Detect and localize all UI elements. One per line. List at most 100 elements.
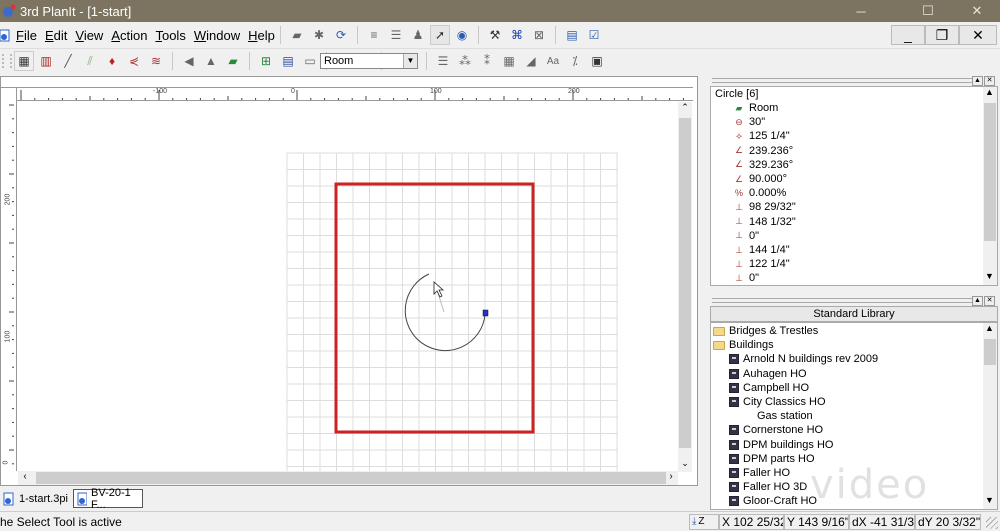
flex-track-icon[interactable]: ≋ [146, 51, 166, 71]
flatten-icon[interactable]: ▰ [287, 25, 307, 45]
library-item[interactable]: Bridges & Trestles [713, 324, 818, 338]
scroll-up-icon[interactable]: ▲ [983, 87, 996, 101]
menu-window[interactable]: Window [190, 28, 244, 43]
mdi-minimize-button[interactable]: _ [891, 25, 925, 45]
property-row[interactable]: ⊥ 0" [733, 271, 759, 285]
library-scrollbar[interactable]: ▲ ▼ [983, 323, 997, 509]
zoom-box-icon[interactable]: ⊠ [529, 25, 549, 45]
property-row[interactable]: ∠ 329.236° [733, 158, 793, 172]
library-item[interactable]: Faller HO 3D [729, 480, 807, 494]
properties-scroll-thumb[interactable] [984, 103, 996, 241]
property-row[interactable]: ⊥ 148 1/32" [733, 215, 796, 229]
menu-file[interactable]: File [12, 28, 41, 43]
tool-plus-icon[interactable]: ⚒ [485, 25, 505, 45]
layout-drawing[interactable] [18, 102, 678, 472]
property-row[interactable]: ⊥ 98 29/32" [733, 200, 796, 214]
library-item[interactable]: Gloor-Craft HO [729, 494, 817, 508]
library-item[interactable]: DPM parts HO [729, 452, 815, 466]
picture-icon[interactable]: ▭ [300, 51, 320, 71]
horizontal-scrollbar[interactable]: ‹ › [18, 471, 678, 485]
library-item[interactable]: DPM buildings HO [729, 438, 833, 452]
menu-action[interactable]: Action [107, 28, 151, 43]
grid-icon[interactable]: ▦ [14, 51, 34, 71]
scroll-up-icon[interactable]: ▲ [983, 323, 996, 337]
menu-tools[interactable]: Tools [151, 28, 189, 43]
zoom-fit-icon[interactable]: ⌘ [507, 25, 527, 45]
table-icon[interactable]: ▤ [278, 51, 298, 71]
toolbar-grip[interactable] [2, 54, 12, 68]
panel-close-button[interactable]: ✕ [984, 296, 995, 306]
library-item[interactable]: Arnold N buildings rev 2009 [729, 352, 878, 366]
chevron-down-icon[interactable]: ▼ [403, 54, 417, 68]
library-scroll-thumb[interactable] [984, 339, 996, 365]
window-icon[interactable]: ▤ [562, 25, 582, 45]
figure-icon[interactable]: ♟ [408, 25, 428, 45]
minimize-window-button[interactable]: ─ [839, 0, 883, 22]
dimension-icon[interactable]: ▦ [499, 51, 519, 71]
scroll-down-icon[interactable]: ⌄ [678, 458, 692, 472]
library-item[interactable]: Auhagen HO [729, 367, 807, 381]
mdi-restore-button[interactable]: ❐ [925, 25, 959, 45]
camera-target-icon[interactable]: ◉ [452, 25, 472, 45]
room-outline[interactable] [334, 182, 535, 434]
double-line-icon[interactable]: ⫽ [80, 51, 100, 71]
room-icon[interactable]: ▰ [223, 51, 243, 71]
properties-icon[interactable]: ▣ [587, 51, 607, 71]
scroll-up-icon[interactable]: ⌃ [678, 102, 692, 116]
mdi-close-button[interactable]: ✕ [959, 25, 997, 45]
ungroup-icon[interactable]: ⁑ [477, 51, 497, 71]
property-row[interactable]: ⊥ 144 1/4" [733, 243, 790, 257]
panel-grip[interactable] [712, 78, 972, 83]
grade-icon[interactable]: ⁒ [565, 51, 585, 71]
properties-scrollbar[interactable]: ▲ ▼ [983, 87, 997, 285]
vertical-scrollbar[interactable]: ⌃ ⌄ [678, 102, 692, 472]
line-icon[interactable]: ╱ [58, 51, 78, 71]
select-tool-icon[interactable]: ➚ [430, 25, 450, 45]
layer-combo[interactable]: Room ▼ [320, 53, 418, 69]
menu-edit[interactable]: Edit [41, 28, 71, 43]
scroll-left-icon[interactable]: ‹ [18, 471, 32, 485]
library-item[interactable]: Faller HO [729, 466, 790, 480]
scroll-down-icon[interactable]: ▼ [983, 271, 996, 285]
align-icon[interactable]: ☰ [433, 51, 453, 71]
menu-view[interactable]: View [71, 28, 107, 43]
property-row[interactable]: % 0.000% [733, 186, 786, 200]
doc-tab-1-start[interactable]: 1-start.3pi [0, 489, 72, 508]
bridge-icon[interactable]: ≡ [364, 25, 384, 45]
property-row[interactable]: ∠ 90.000° [733, 172, 787, 186]
library-item[interactable]: City Classics HO [729, 395, 826, 409]
turnout-icon[interactable]: ⋞ [124, 51, 144, 71]
panel-grip[interactable] [712, 298, 972, 303]
library-header[interactable]: Standard Library [710, 306, 998, 322]
refresh-icon[interactable]: ⟳ [331, 25, 351, 45]
close-window-button[interactable]: ✕ [955, 0, 999, 22]
resize-grip-icon[interactable] [986, 517, 998, 529]
drawing-canvas[interactable] [18, 102, 678, 472]
panel-float-button[interactable]: ▲ [972, 76, 983, 86]
group-icon[interactable]: ⁂ [455, 51, 475, 71]
scroll-down-icon[interactable]: ▼ [983, 495, 996, 509]
text-icon[interactable]: Aa [543, 51, 563, 71]
property-row[interactable]: ▰ Room [733, 101, 779, 115]
pin-icon[interactable]: ♦ [102, 51, 122, 71]
scroll-right-icon[interactable]: › [664, 471, 678, 485]
build-icon[interactable]: ✱ [309, 25, 329, 45]
track-icon[interactable]: ▥ [36, 51, 56, 71]
library-item[interactable]: Buildings [713, 338, 774, 352]
property-row[interactable]: ⟡ 125 1/4" [733, 129, 790, 143]
benchwork-icon[interactable]: ◀ [179, 51, 199, 71]
doc-tab-bv-20-1[interactable]: BV-20-1 F... [73, 487, 143, 511]
check-list-icon[interactable]: ☑ [584, 25, 604, 45]
stack-icon[interactable]: ☰ [386, 25, 406, 45]
panel-close-button[interactable]: ✕ [984, 76, 995, 86]
library-item[interactable]: Cornerstone HO [729, 423, 823, 437]
property-row[interactable]: ⊖ 30" [733, 115, 765, 129]
horizontal-scroll-thumb[interactable] [36, 472, 666, 484]
snap-grid-icon[interactable]: ⊞ [256, 51, 276, 71]
maximize-window-button[interactable]: ☐ [906, 0, 950, 22]
panel-float-button[interactable]: ▲ [972, 296, 983, 306]
menu-help[interactable]: Help [244, 28, 279, 43]
library-item[interactable]: Campbell HO [729, 381, 809, 395]
property-row[interactable]: ⊥ 0" [733, 229, 759, 243]
document-icon[interactable] [0, 28, 10, 42]
